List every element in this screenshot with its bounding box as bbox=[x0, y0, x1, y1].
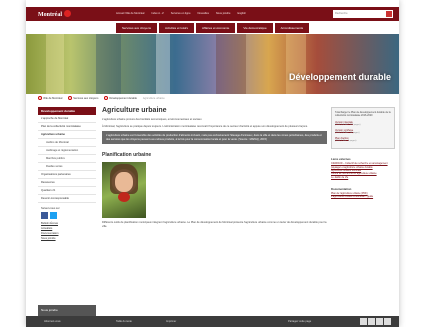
share-twitter-icon[interactable] bbox=[368, 318, 375, 325]
page-title: Agriculture urbaine bbox=[102, 107, 167, 114]
sidebar-link[interactable]: Nous joindre bbox=[38, 236, 96, 241]
share-email-icon[interactable] bbox=[376, 318, 383, 325]
breadcrumb-current: Agriculture urbaine bbox=[142, 96, 165, 100]
top-link-contact[interactable]: Nous joindre bbox=[216, 12, 231, 15]
sidebar-item-active[interactable]: Agriculture urbaine bbox=[38, 131, 96, 139]
follow-label: Suivez-nous sur bbox=[41, 207, 60, 210]
facebook-icon[interactable] bbox=[41, 212, 48, 219]
tab-boroughs[interactable]: Arrondissements bbox=[274, 23, 310, 33]
paragraph: Différents outils de planification munic… bbox=[102, 221, 327, 228]
sidebar-item[interactable]: Quartiers 21 bbox=[38, 187, 96, 195]
section-title: Planification urbaine bbox=[102, 152, 152, 159]
sidebar-subitem[interactable]: Jardinage et réglementation bbox=[38, 147, 96, 155]
sidebar: Développement durable L'approche de Mont… bbox=[38, 107, 96, 241]
bullet-icon bbox=[38, 96, 42, 100]
search-input[interactable]: Recherche bbox=[333, 10, 393, 18]
top-link-news[interactable]: Nouvelles bbox=[198, 12, 209, 15]
page-frame: Montréal Accueil Ville de Montréal Index… bbox=[26, 0, 399, 327]
sidebar-item[interactable]: Organisations partenaires bbox=[38, 171, 96, 179]
text-size-link[interactable]: Taille du texte bbox=[116, 320, 132, 323]
breadcrumb-item[interactable]: Développement durable bbox=[104, 96, 137, 100]
search-placeholder: Recherche bbox=[335, 12, 348, 15]
sidebar-item[interactable]: L'approche de Montréal bbox=[38, 115, 96, 123]
doc-meta: (PDF, 2,5 Mo - 15 pages) bbox=[335, 132, 360, 135]
top-link-english[interactable]: English bbox=[237, 12, 246, 15]
sidebar-subitem[interactable]: Jardins de Montréal bbox=[38, 139, 96, 147]
tab-activities[interactable]: Activités et loisirs bbox=[159, 23, 195, 33]
sidebar-subitem[interactable]: Marchés publics bbox=[38, 155, 96, 163]
tab-business[interactable]: Affaires et économie bbox=[196, 23, 236, 33]
share-more-icon[interactable] bbox=[384, 318, 391, 325]
bullet-icon bbox=[68, 96, 73, 100]
logo-text: Montréal bbox=[38, 12, 62, 18]
main-content: Agriculture urbaine L'agriculture urbain… bbox=[102, 107, 327, 232]
sidebar-heading[interactable]: Développement durable bbox=[38, 107, 96, 115]
banner-title: Développement durable bbox=[288, 72, 391, 82]
footer-bar: Abonnez-vous Taille du texte Imprimer Pa… bbox=[26, 316, 399, 327]
top-link-home[interactable]: Accueil Ville de Montréal bbox=[116, 12, 144, 15]
breadcrumb: Ville de Montréal Services aux citoyens … bbox=[38, 96, 165, 100]
breadcrumb-item[interactable]: Services aux citoyens bbox=[68, 96, 98, 100]
main-nav: Services aux citoyens Activités et loisi… bbox=[26, 21, 399, 34]
sidebar-item[interactable]: Plan de la collectivité montréalaise bbox=[38, 123, 96, 131]
download-box: Télécharger le Plan de développement dur… bbox=[331, 107, 395, 150]
documentation-link[interactable]: L'agriculture urbaine à Montréal – guide bbox=[331, 195, 395, 198]
intro-text: L'agriculture urbaine procure des bienfa… bbox=[102, 118, 203, 121]
bullet-icon bbox=[104, 96, 109, 100]
sidebar-item[interactable]: Ressources bbox=[38, 179, 96, 187]
external-link[interactable]: Le Jardin de Vie bbox=[331, 176, 395, 179]
top-link-index[interactable]: Index A - Z bbox=[151, 12, 163, 15]
breadcrumb-item[interactable]: Ville de Montréal bbox=[38, 96, 62, 100]
sidebar-item[interactable]: Devenir écoresponsable bbox=[38, 195, 96, 203]
child-photo bbox=[102, 162, 146, 219]
tab-democracy[interactable]: Vie démocratique bbox=[237, 23, 273, 33]
doc-meta: (PDF, 1 Mo - 5 pages) bbox=[335, 140, 357, 143]
share-link[interactable]: Partagez cette page bbox=[288, 320, 311, 323]
download-intro: Télécharger le Plan de développement dur… bbox=[335, 111, 391, 118]
banner-image: Développement durable bbox=[26, 34, 399, 94]
share-facebook-icon[interactable] bbox=[360, 318, 367, 325]
top-links: Accueil Ville de Montréal Index A - Z Se… bbox=[116, 12, 246, 15]
search-button[interactable] bbox=[386, 11, 392, 17]
paragraph: À Montréal, l'agriculture se pratique de… bbox=[102, 124, 308, 128]
top-bar: Montréal Accueil Ville de Montréal Index… bbox=[26, 7, 399, 21]
documentation-title: Documentation bbox=[331, 186, 352, 191]
external-links-title: Liens externes bbox=[331, 157, 351, 162]
twitter-icon[interactable] bbox=[50, 212, 57, 219]
top-link-services[interactable]: Services en ligne bbox=[171, 12, 191, 15]
doc-meta: (PDF, 5,5 Mo - 117 pages) bbox=[335, 123, 361, 126]
print-link[interactable]: Imprimer bbox=[166, 320, 176, 323]
definition-box: L'agriculture urbaine est l'ensemble des… bbox=[102, 131, 327, 145]
subscribe-link[interactable]: Abonnez-vous bbox=[44, 320, 61, 323]
sidebar-subitem[interactable]: Ruelles vertes bbox=[38, 163, 96, 171]
tab-services[interactable]: Services aux citoyens bbox=[116, 23, 158, 33]
right-column: Télécharger le Plan de développement dur… bbox=[331, 107, 395, 199]
external-link[interactable]: CRAPAUD – Collectif de recherche en amén… bbox=[331, 162, 395, 169]
logo-mark-icon bbox=[64, 10, 71, 17]
montreal-logo[interactable]: Montréal bbox=[38, 10, 71, 18]
